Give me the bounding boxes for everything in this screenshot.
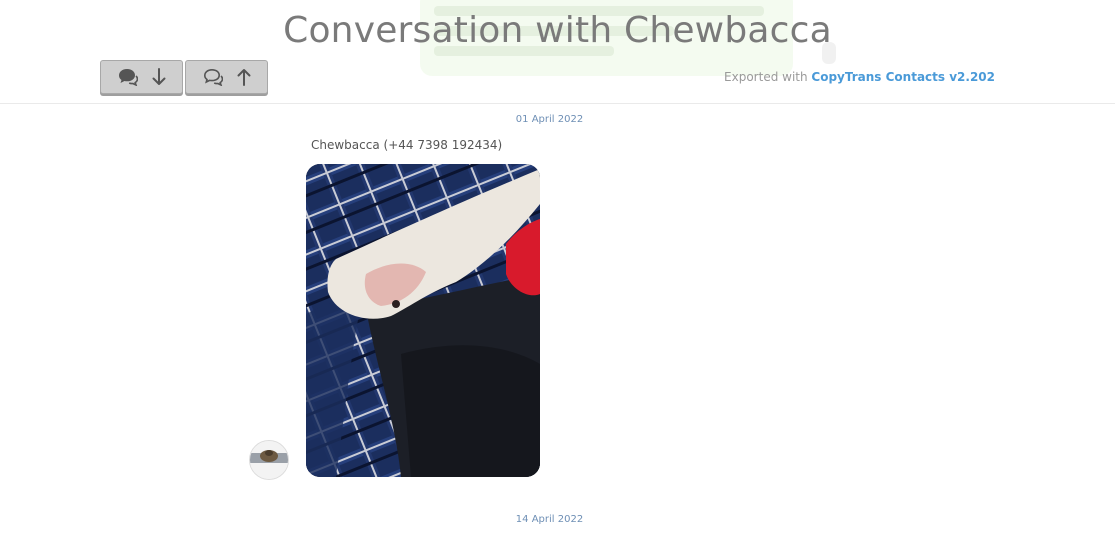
export-credit-prefix: Exported with xyxy=(724,70,812,84)
export-credit: Exported with CopyTrans Contacts v2.202 xyxy=(724,70,995,84)
scroll-up-button[interactable] xyxy=(185,60,268,94)
date-separator: 14 April 2022 xyxy=(515,514,584,525)
scroll-down-button[interactable] xyxy=(100,60,183,94)
sender-avatar[interactable] xyxy=(249,440,289,480)
message-sender: Chewbacca (+44 7398 192434) xyxy=(311,138,503,152)
page-header: Conversation with Chewbacca Exported wit… xyxy=(0,0,1115,104)
message-photo-attachment[interactable] xyxy=(306,164,540,477)
chat-bubbles-outline-icon xyxy=(203,68,223,86)
arrow-up-icon xyxy=(237,68,251,86)
page-title: Conversation with Chewbacca xyxy=(283,10,832,51)
arrow-down-icon xyxy=(152,68,166,86)
copytrans-link[interactable]: CopyTrans Contacts v2.202 xyxy=(811,70,995,84)
date-separator: 01 April 2022 xyxy=(515,114,584,125)
chat-bubbles-icon xyxy=(118,68,138,86)
